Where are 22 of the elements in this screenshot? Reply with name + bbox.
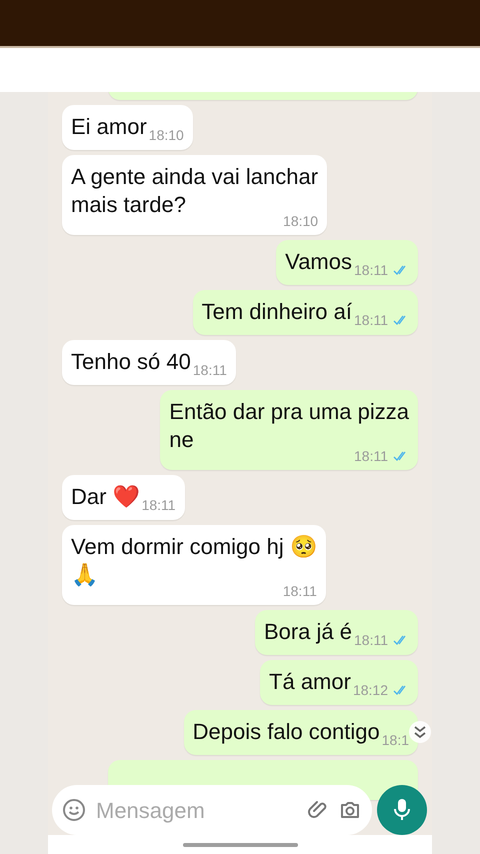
- message-text: Tem dinheiro aí: [202, 299, 352, 324]
- message-text: Bora já é: [264, 619, 352, 644]
- message-time: 18:1: [382, 733, 409, 747]
- message-time: 18:11: [354, 633, 388, 647]
- home-indicator[interactable]: [182, 842, 298, 846]
- message-text: Dar ❤: [71, 484, 140, 509]
- message-time: 18:10: [148, 128, 184, 142]
- message-text: Ei amor: [71, 114, 147, 139]
- message-time: 18:11: [192, 363, 227, 377]
- microphone-icon: [392, 798, 412, 822]
- message-time: 18:12: [352, 683, 388, 697]
- message-time: 18:11: [354, 263, 388, 277]
- message-text: Tá amor: [269, 669, 351, 694]
- emoji-icon[interactable]: [62, 798, 86, 822]
- message-text: Depois falo contigo: [192, 719, 380, 744]
- message-text: Vamos: [285, 249, 352, 274]
- double-chevron-icon: [413, 725, 427, 739]
- message-time: 18:11: [354, 313, 388, 327]
- message-field[interactable]: Mensagem: [52, 785, 372, 835]
- text-input[interactable]: Mensagem: [94, 792, 298, 828]
- message-text: Tenho só 40: [71, 349, 191, 374]
- message-time: 18:11: [142, 498, 176, 512]
